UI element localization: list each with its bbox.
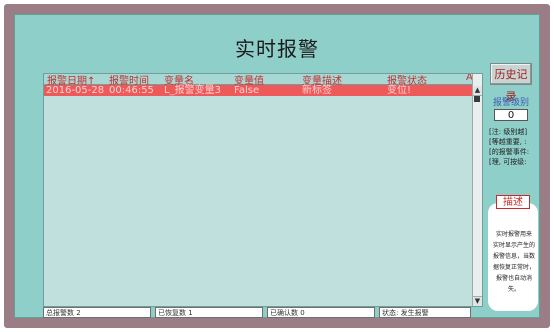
description-line: 实时报警用来: [495, 231, 532, 238]
cell-time: 00:46:55: [109, 85, 154, 96]
cell-state: 变位!: [387, 85, 412, 96]
table-header: 报警日期↑ 报警时间 变量名 变量值 变量描述 报警状态 A: [44, 74, 474, 87]
cell-desc: 新标签: [302, 85, 332, 96]
note-line: [等越重要, :: [489, 138, 527, 146]
description-line: 报警也自动消失。: [495, 275, 532, 293]
description-box: 描述 实时报警用来 实时显示产生的 报警信息，当数 据恢复正常时， 报警也自动消…: [488, 195, 538, 311]
scroll-thumb[interactable]: [474, 96, 480, 102]
description-title: 描述: [496, 195, 530, 209]
description-line: 实时显示产生的: [492, 242, 535, 249]
description-line: 据恢复正常时，: [492, 264, 535, 271]
confirmed-count: 已确认数 0: [267, 307, 375, 318]
alarm-level-label: 报警级别: [492, 98, 529, 108]
status-bar: 总报警数 2 已恢复数 1 已确认数 0 状态: 发生报警: [43, 307, 483, 318]
cell-var: L_报警变量3: [164, 85, 221, 96]
page-title: 实时报警: [235, 37, 319, 61]
note-line: [理, 可按级:: [489, 158, 527, 166]
alarm-table: 报警日期↑ 报警时间 变量名 变量值 变量描述 报警状态 A 2016-05-2…: [43, 73, 483, 307]
scroll-down-icon[interactable]: ▼: [473, 296, 482, 306]
level-note: [注: 级别越] [等越重要, : [的报警事件: [理, 可按级:: [489, 127, 537, 167]
history-button[interactable]: 历史记录: [490, 63, 532, 103]
total-alarms: 总报警数 2: [43, 307, 151, 318]
cell-date: 2016-05-28: [46, 85, 105, 96]
restored-count: 已恢复数 1: [155, 307, 263, 318]
description-text: 实时报警用来 实时显示产生的 报警信息，当数 据恢复正常时， 报警也自动消失。: [491, 229, 537, 295]
vertical-scrollbar[interactable]: ▲ ▼: [472, 74, 482, 306]
cell-value: False: [234, 85, 260, 96]
table-row[interactable]: 2016-05-28 00:46:55 L_报警变量3 False 新标签 变位…: [44, 85, 474, 96]
alarm-state: 状态: 发生报警: [379, 307, 471, 318]
outer-frame: 实时报警 报警日期↑ 报警时间 变量名 变量值 变量描述 报警状态 A 2016…: [4, 4, 550, 328]
note-line: [注: 级别越]: [489, 128, 528, 136]
note-line: [的报警事件:: [489, 148, 530, 156]
scroll-up-icon[interactable]: ▲: [473, 86, 482, 96]
alarm-level-field[interactable]: 0: [494, 109, 528, 121]
description-line: 报警信息，当数: [492, 253, 535, 260]
alarm-panel: 实时报警 报警日期↑ 报警时间 变量名 变量值 变量描述 报警状态 A 2016…: [14, 14, 540, 318]
